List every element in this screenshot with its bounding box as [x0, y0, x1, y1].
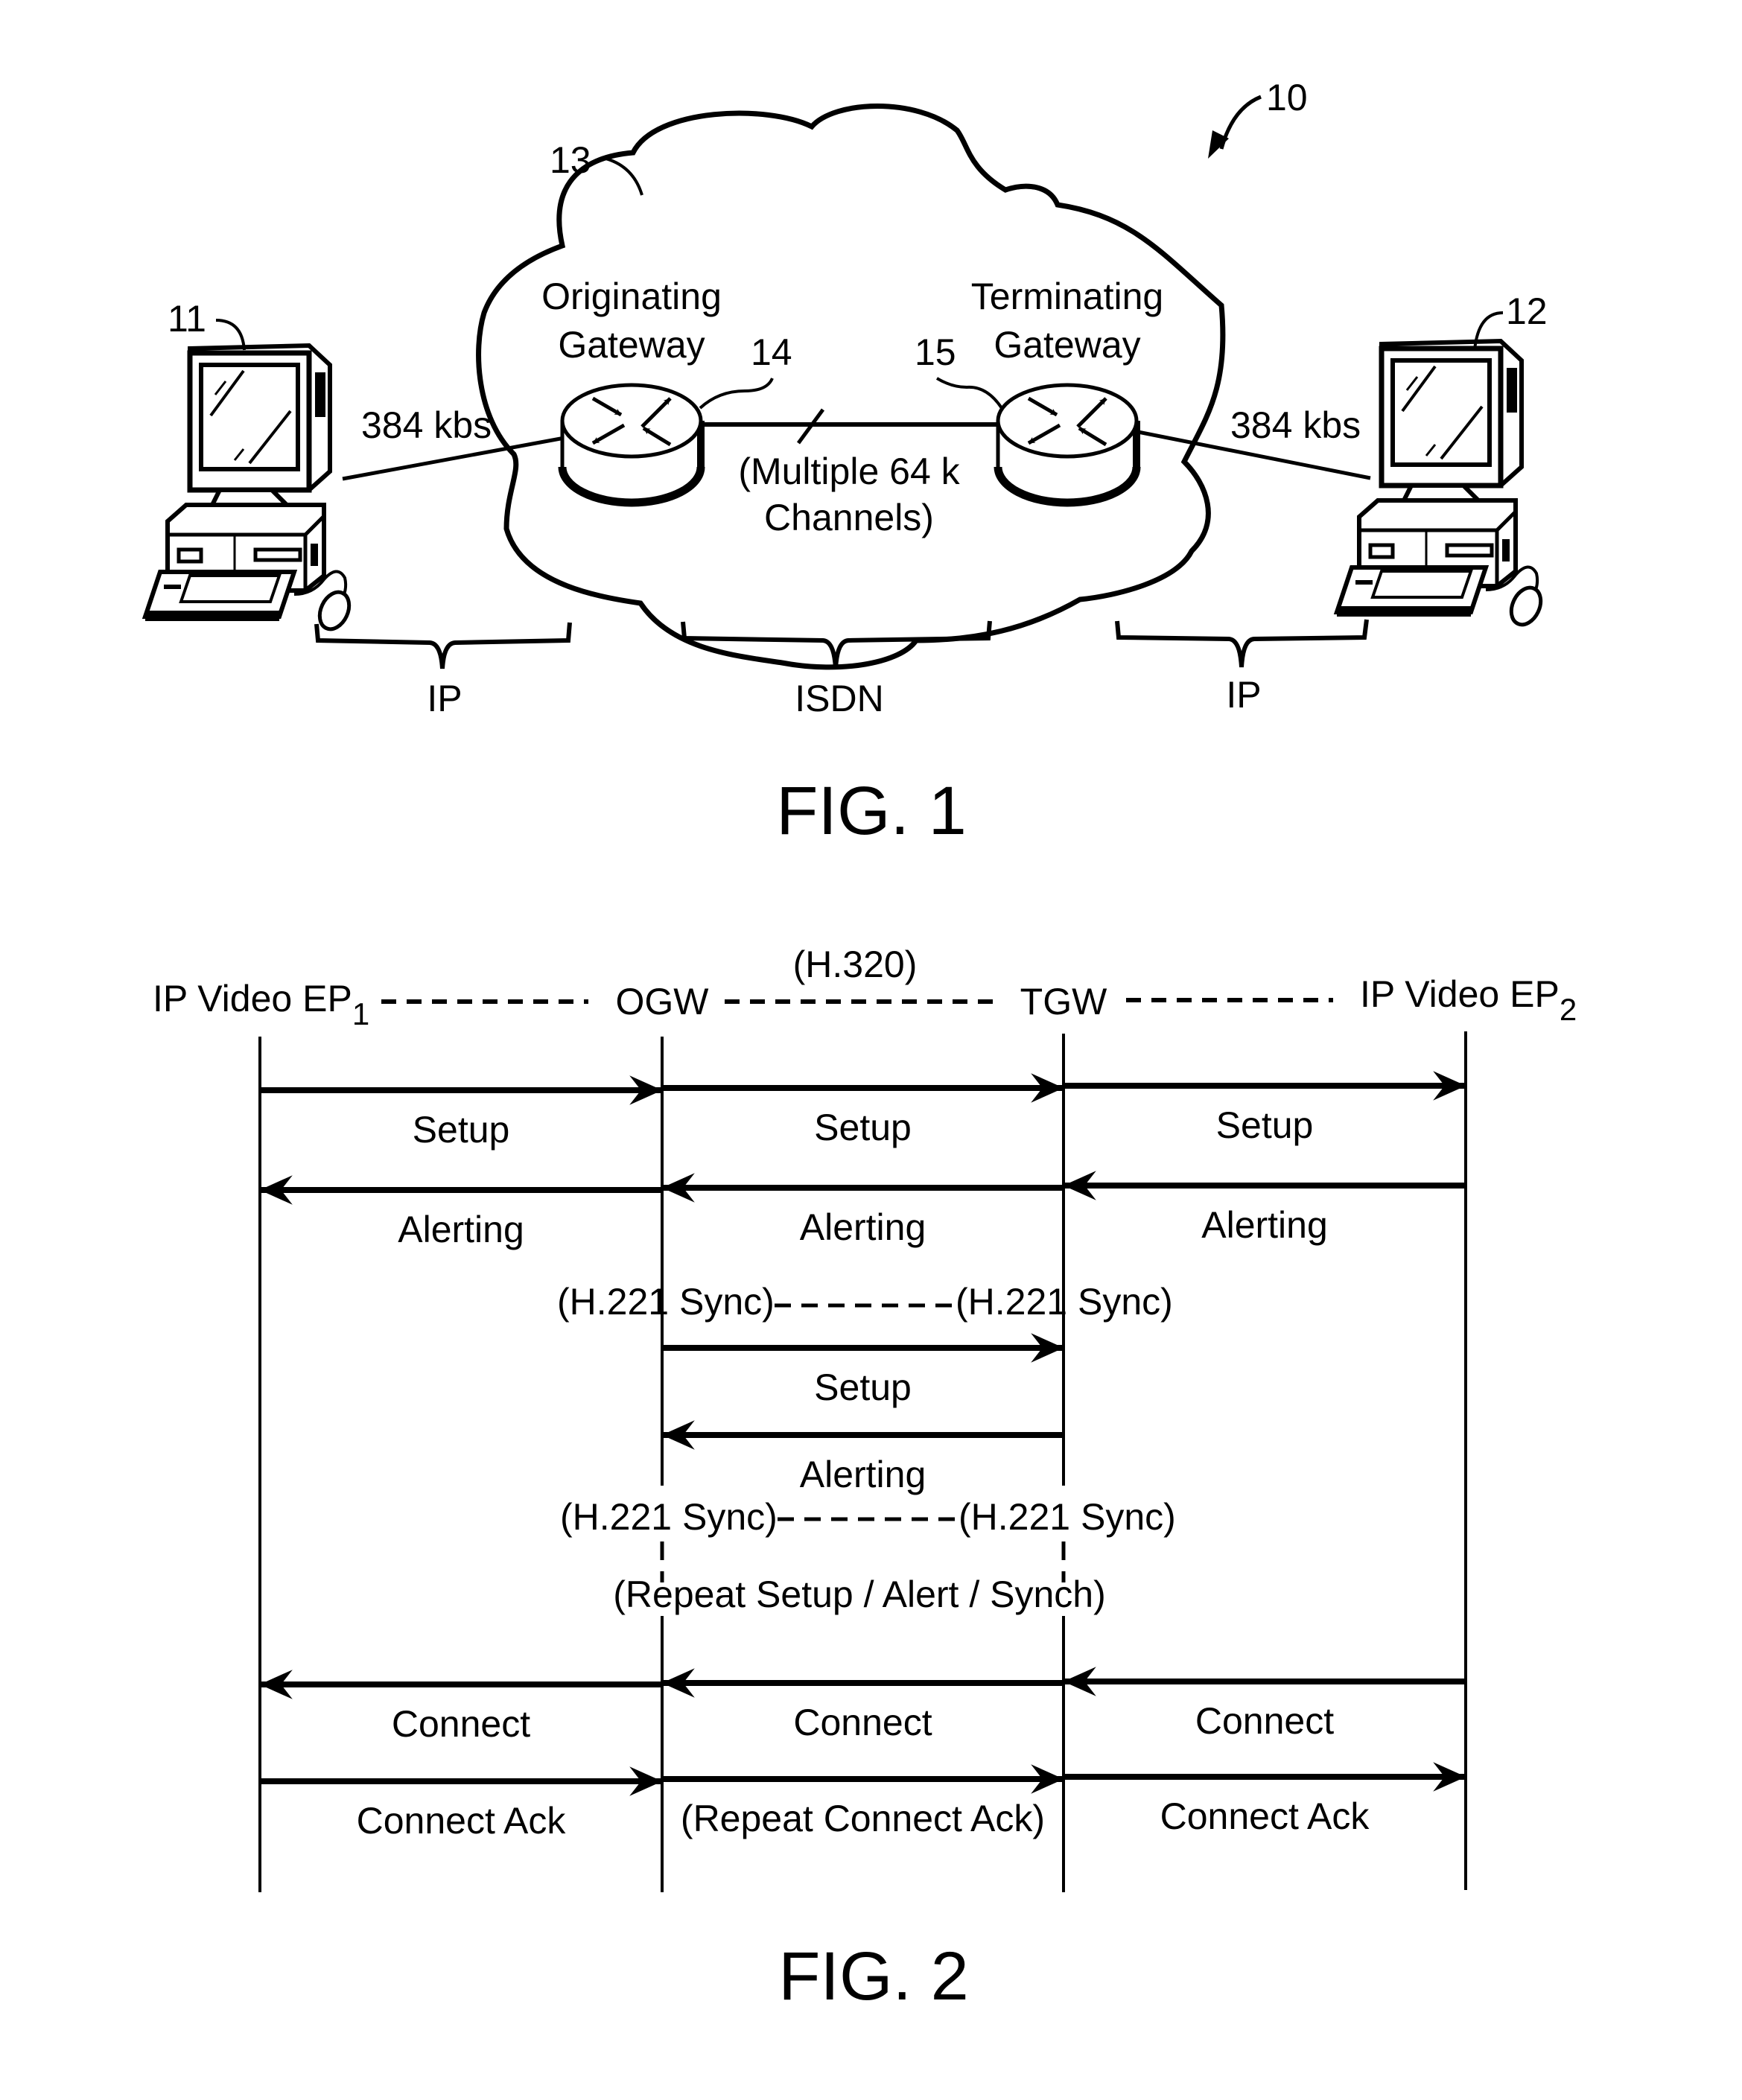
- participant-tgw: TGW: [1020, 981, 1107, 1022]
- isdn-link-label-line2: Channels): [764, 497, 934, 538]
- segment-label-ip-left: IP: [427, 678, 462, 719]
- isdn-link-label-line1: (Multiple 64 k: [738, 451, 960, 492]
- message-label: Connect Ack: [1160, 1795, 1370, 1837]
- figure-2-sequence-diagram: (H.320) IP Video EP1 OGW TGW IP Video EP…: [153, 944, 1577, 2014]
- message-arrows: Setup Setup Setup Alerting Alerting Alerting S…: [259, 1071, 1466, 1842]
- segment-label-isdn: ISDN: [795, 678, 883, 719]
- participant-ep2: IP Video EP2: [1360, 973, 1577, 1027]
- ref-15-label: 15: [915, 331, 956, 373]
- network-cloud: [476, 104, 1226, 670]
- participant-ep1-name: IP Video EP: [153, 978, 352, 1019]
- participant-ep2-name: IP Video EP: [1360, 973, 1560, 1015]
- ref-10-leader: [1219, 95, 1262, 150]
- computer-endpoint-right-icon: [1337, 341, 1546, 629]
- sync-tgw-1: (H.221 Sync): [956, 1281, 1173, 1323]
- ref-14-label: 14: [751, 331, 792, 373]
- link-rate-right: 384 kbs: [1230, 404, 1361, 446]
- patent-drawing-sheet: 10 13 11 384 kbs 12 384 kbs Originating …: [0, 77, 1577, 2014]
- participant-ep2-subscript: 2: [1560, 992, 1577, 1027]
- figure-1-caption: FIG. 1: [776, 773, 967, 849]
- figure-1: 10 13 11 384 kbs 12 384 kbs Originating …: [145, 77, 1548, 849]
- segment-label-ip-right: IP: [1226, 674, 1261, 716]
- terminating-gateway-label-line2: Gateway: [994, 324, 1140, 366]
- participant-ep1: IP Video EP1: [153, 978, 369, 1031]
- terminating-gateway-label-line1: Terminating: [971, 276, 1163, 317]
- sync-ogw-1: (H.221 Sync): [557, 1281, 775, 1323]
- participant-ogw: OGW: [616, 981, 710, 1022]
- message-label: Setup: [1216, 1104, 1314, 1146]
- ref-13-label: 13: [550, 139, 591, 181]
- figure-2-caption: FIG. 2: [778, 1938, 969, 2014]
- participant-ep1-subscript: 1: [352, 996, 369, 1031]
- protocol-h320-label: (H.320): [793, 944, 918, 985]
- sync-ogw-2: (H.221 Sync): [560, 1496, 778, 1538]
- message-label: Connect: [1195, 1700, 1334, 1742]
- message-label: Connect: [793, 1702, 932, 1743]
- message-label: Alerting: [398, 1209, 524, 1250]
- message-label: Alerting: [1201, 1204, 1328, 1246]
- sync-tgw-2: (H.221 Sync): [959, 1496, 1176, 1538]
- message-label: Alerting: [800, 1454, 926, 1495]
- repeat-setup-alert-synch-note: (Repeat Setup / Alert / Synch): [613, 1574, 1105, 1615]
- message-label: (Repeat Connect Ack): [681, 1798, 1045, 1839]
- segment-brace-ip-right: [1115, 619, 1369, 668]
- link-rate-left: 384 kbs: [361, 404, 492, 446]
- segment-brace-ip-left: [314, 622, 572, 669]
- message-label: Connect Ack: [357, 1800, 567, 1842]
- ref-12-label: 12: [1506, 290, 1548, 332]
- message-label: Setup: [814, 1107, 912, 1148]
- header-dashed-connectors: [381, 998, 1333, 1004]
- computer-endpoint-left-icon: [145, 346, 355, 634]
- message-label: Setup: [814, 1366, 912, 1408]
- originating-gateway-label-line2: Gateway: [558, 324, 705, 366]
- message-label: Alerting: [800, 1206, 926, 1248]
- message-label: Setup: [413, 1109, 510, 1151]
- ref-11-label: 11: [168, 298, 206, 340]
- ref-10-label: 10: [1266, 77, 1308, 118]
- originating-gateway-router-icon: [562, 385, 701, 503]
- message-label: Connect: [392, 1703, 530, 1745]
- originating-gateway-label-line1: Originating: [541, 276, 722, 317]
- terminating-gateway-router-icon: [998, 385, 1137, 503]
